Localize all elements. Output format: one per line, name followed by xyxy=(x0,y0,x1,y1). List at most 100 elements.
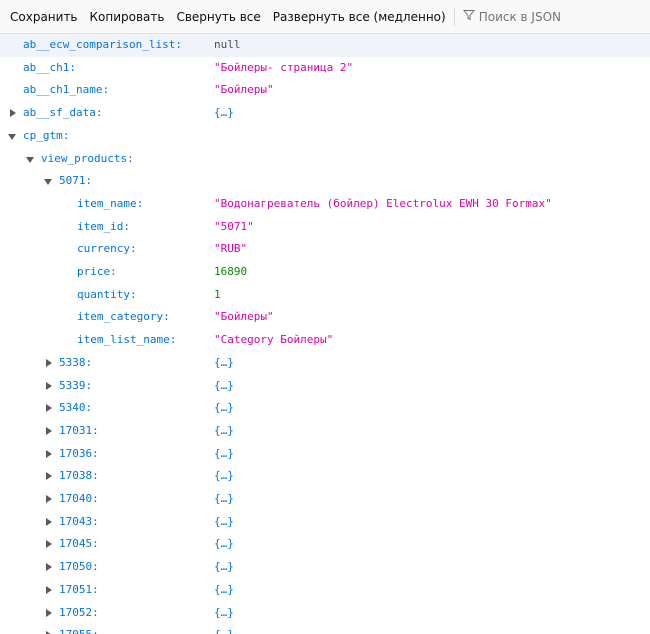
json-key: item_category: xyxy=(77,310,170,324)
json-key: item_list_name: xyxy=(77,333,177,347)
json-key: 17052: xyxy=(59,605,99,619)
json-value: {…} xyxy=(214,605,234,619)
json-value: {…} xyxy=(214,106,234,120)
filter-icon xyxy=(462,9,479,24)
collapsed-arrow-icon[interactable] xyxy=(44,579,54,602)
save-button[interactable]: Сохранить xyxy=(4,6,84,28)
json-value: {…} xyxy=(214,560,234,574)
json-key: item_id: xyxy=(77,219,130,233)
collapsed-arrow-icon[interactable] xyxy=(44,488,54,511)
collapsed-arrow-icon[interactable] xyxy=(44,443,54,466)
json-value: "Бойлеры" xyxy=(214,310,274,324)
json-key: 17038: xyxy=(59,469,99,483)
json-tree-row[interactable]: 5338: {…} xyxy=(0,352,650,375)
collapsed-arrow-icon[interactable] xyxy=(44,465,54,488)
json-key: ab__sf_data: xyxy=(23,106,103,120)
json-tree-row[interactable]: 5071: xyxy=(0,170,650,193)
json-key: 5339: xyxy=(59,378,93,392)
json-key: currency: xyxy=(77,242,137,256)
expanded-arrow-icon[interactable] xyxy=(26,148,36,171)
json-key: 17055: xyxy=(59,624,99,634)
json-tree-row[interactable]: 5340: {…} xyxy=(0,397,650,420)
json-tree-row: ab__ch1: "Бойлеры- страница 2" xyxy=(0,57,650,80)
json-tree-row[interactable]: 17051: {…} xyxy=(0,579,650,602)
json-tree-row: item_list_name: "Category Бойлеры" xyxy=(0,329,650,352)
json-key: 17051: xyxy=(59,582,99,596)
json-value: {…} xyxy=(214,469,234,483)
json-value: null xyxy=(214,38,241,51)
json-value: {…} xyxy=(214,446,234,460)
json-value: {…} xyxy=(214,423,234,437)
json-value: {…} xyxy=(214,378,234,392)
json-value: {…} xyxy=(214,492,234,505)
json-tree-row[interactable]: ab__sf_data: {…} xyxy=(0,102,650,125)
json-value: "5071" xyxy=(214,219,254,233)
collapsed-arrow-icon[interactable] xyxy=(44,420,54,443)
json-key: 17043: xyxy=(59,514,99,528)
json-value: "Category Бойлеры" xyxy=(214,333,334,347)
json-tree-row[interactable]: cp_gtm: xyxy=(0,125,650,148)
json-tree-row[interactable]: 17040: {…} xyxy=(0,488,650,511)
json-key: view_products: xyxy=(41,151,134,165)
json-viewer-toolbar: Сохранить Копировать Свернуть все Развер… xyxy=(0,0,650,34)
json-key: 5340: xyxy=(59,401,93,415)
json-value: 16890 xyxy=(214,265,248,278)
collapsed-arrow-icon[interactable] xyxy=(44,556,54,579)
json-tree-row[interactable]: 17055: {…} xyxy=(0,624,650,634)
json-value: "Бойлеры- страница 2" xyxy=(214,60,354,74)
toolbar-divider xyxy=(453,7,455,26)
json-tree-row: ab__ch1_name: "Бойлеры" xyxy=(0,79,650,102)
json-key: 17040: xyxy=(59,492,99,505)
json-value: {…} xyxy=(214,624,234,634)
json-key: 5071: xyxy=(59,174,93,188)
collapsed-arrow-icon[interactable] xyxy=(44,397,54,420)
json-tree-row[interactable]: 17036: {…} xyxy=(0,443,650,466)
expand-all-button[interactable]: Развернуть все (медленно) xyxy=(267,6,452,28)
expanded-arrow-icon[interactable] xyxy=(8,125,18,148)
json-tree-row[interactable]: 17050: {…} xyxy=(0,556,650,579)
json-tree-row[interactable]: 17052: {…} xyxy=(0,602,650,625)
json-tree-row: currency: "RUB" xyxy=(0,238,650,261)
collapsed-arrow-icon[interactable] xyxy=(8,102,18,125)
collapsed-arrow-icon[interactable] xyxy=(44,624,54,634)
json-key: quantity: xyxy=(77,287,137,301)
collapsed-arrow-icon[interactable] xyxy=(44,533,54,556)
collapse-all-button[interactable]: Свернуть все xyxy=(170,6,266,28)
collapsed-arrow-icon[interactable] xyxy=(44,375,54,398)
json-value: {…} xyxy=(214,582,234,596)
json-tree-row[interactable]: view_products: xyxy=(0,148,650,171)
json-tree-row: item_id: "5071" xyxy=(0,216,650,239)
json-tree-row: item_name: "Водонагреватель (бойлер) Elec… xyxy=(0,193,650,216)
json-tree-row: ab__ecw_comparison_list: null xyxy=(0,34,650,57)
json-key: 17031: xyxy=(59,423,99,437)
json-tree-row[interactable]: 17045: {…} xyxy=(0,533,650,556)
json-value: {…} xyxy=(214,514,234,528)
collapsed-arrow-icon[interactable] xyxy=(44,511,54,534)
collapsed-arrow-icon[interactable] xyxy=(44,352,54,375)
json-key: item_name: xyxy=(77,196,144,210)
json-tree-row[interactable]: 17031: {…} xyxy=(0,420,650,443)
json-key: 17045: xyxy=(59,537,99,551)
json-key: 5338: xyxy=(59,355,93,369)
json-tree-row[interactable]: 17038: {…} xyxy=(0,465,650,488)
json-key: price: xyxy=(77,265,117,278)
json-key: 17036: xyxy=(59,446,99,460)
json-key: ab__ch1: xyxy=(23,60,76,74)
filter-json-input[interactable]: Поиск в JSON xyxy=(459,6,561,28)
filter-placeholder: Поиск в JSON xyxy=(478,9,561,24)
json-value: "Бойлеры" xyxy=(214,83,274,97)
expanded-arrow-icon[interactable] xyxy=(44,170,54,193)
json-value: "RUB" xyxy=(214,242,248,256)
collapsed-arrow-icon[interactable] xyxy=(44,602,54,625)
json-key: ab__ch1_name: xyxy=(23,83,110,97)
json-value: {…} xyxy=(214,537,234,551)
json-value: {…} xyxy=(214,355,234,369)
json-tree-row[interactable]: 5339: {…} xyxy=(0,375,650,398)
copy-button[interactable]: Копировать xyxy=(84,6,171,28)
json-tree-row: price: 16890 xyxy=(0,261,650,284)
json-key: 17050: xyxy=(59,560,99,574)
json-value: 1 xyxy=(214,287,221,301)
json-tree-row[interactable]: 17043: {…} xyxy=(0,511,650,534)
json-value: "Водонагреватель (бойлер) Electrolux EWH… xyxy=(214,196,552,210)
json-key: cp_gtm: xyxy=(23,128,70,142)
